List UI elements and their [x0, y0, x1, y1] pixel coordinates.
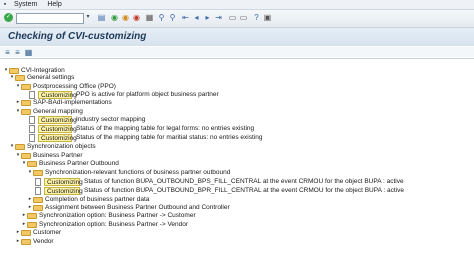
back-icon[interactable]: ◉ [110, 13, 119, 22]
folder-icon [15, 143, 25, 150]
document-icon [35, 186, 41, 195]
tree-node-general-settings[interactable]: ▾ General settings [9, 73, 75, 82]
customizing-button[interactable]: Customizing [44, 177, 83, 186]
command-field-dropdown-icon[interactable]: ▾ [84, 13, 92, 22]
tree-node-function-bps[interactable]: Customizing Status of function BUPA_OUTBO… [27, 177, 404, 186]
node-label: Industry sector mapping [76, 116, 146, 123]
cancel-icon[interactable]: ◉ [132, 13, 141, 22]
customizing-button[interactable]: Customizing [38, 133, 77, 142]
toolbar-divider [0, 58, 474, 59]
node-label: SAP-BAdI-implementations [33, 99, 112, 106]
customizing-button[interactable]: Customizing [44, 186, 83, 195]
node-label: Vendor [33, 238, 54, 245]
create-session-icon[interactable]: ▭ [228, 13, 237, 22]
node-label: Synchronization-relevant functions of bu… [45, 169, 231, 176]
folder-icon [21, 238, 31, 245]
enter-icon[interactable]: ✓ [4, 13, 13, 22]
node-label: Synchronization objects [27, 143, 96, 150]
prev-page-icon[interactable]: ◂ [192, 13, 201, 22]
node-label: Status of the mapping table for legal fo… [76, 125, 255, 132]
menu-bar: ▪ System Help [0, 0, 474, 10]
document-icon [29, 133, 35, 142]
node-label: General settings [27, 74, 75, 81]
tree-node-customer[interactable]: ▸ Customer [15, 228, 61, 237]
application-toolbar: ≡ ≡ ▦ [0, 47, 474, 57]
title-bar: Checking of CVI-customizing [0, 28, 474, 46]
node-label: Status of the mapping table for maritial… [76, 134, 263, 141]
tree-node-bp-outbound[interactable]: ▾ Business Partner Outbound [21, 159, 119, 168]
standard-toolbar: ✓ ▾ ▤ ◉ ◉ ◉ ▦ ⚲ ⚲ ⇤ ◂ ▸ ⇥ ▭ ▭ ? ▣ [0, 10, 474, 28]
node-label: Synchronization option: Business Partner… [39, 212, 196, 219]
print-icon[interactable]: ▦ [145, 13, 154, 22]
first-page-icon[interactable]: ⇤ [181, 13, 190, 22]
folder-icon [27, 221, 37, 228]
window-corner-icon[interactable]: ▪ [0, 0, 10, 9]
tree-node-sync-objects[interactable]: ▾ Synchronization objects [9, 142, 96, 151]
folder-icon [21, 108, 31, 115]
folder-icon [21, 152, 31, 159]
folder-icon [33, 204, 43, 211]
find-next-icon[interactable]: ⚲ [168, 13, 177, 22]
tree-node-vendor[interactable]: ▸ Vendor [15, 237, 54, 246]
folder-icon [21, 83, 31, 90]
folder-icon [21, 99, 31, 106]
folder-icon [27, 160, 37, 167]
collapse-all-icon[interactable]: ≡ [13, 48, 22, 57]
expand-all-icon[interactable]: ≡ [3, 48, 12, 57]
node-label: Customer [33, 229, 62, 236]
last-page-icon[interactable]: ⇥ [214, 13, 223, 22]
customizing-button[interactable]: Customizing [38, 124, 77, 133]
folder-icon [33, 169, 43, 176]
document-icon [29, 124, 35, 133]
exit-icon[interactable]: ◉ [121, 13, 130, 22]
tree-node-function-bpr[interactable]: Customizing Status of function BUPA_OUTBO… [27, 186, 404, 195]
node-label: Synchronization option: Business Partner… [39, 221, 189, 228]
save-icon[interactable]: ▤ [97, 13, 106, 22]
node-label: Business Partner Outbound [39, 160, 119, 167]
shortcut-icon[interactable]: ▭ [239, 13, 248, 22]
tree-node-sync-option-customer[interactable]: ▸ Synchronization option: Business Partne… [21, 211, 196, 220]
folder-icon [15, 74, 25, 81]
tree-node-industry-sector[interactable]: Customizing Industry sector mapping [21, 115, 145, 124]
folder-icon [21, 229, 31, 236]
help-icon[interactable]: ? [252, 13, 261, 22]
menu-system[interactable]: System [10, 1, 43, 8]
find-icon[interactable]: ⚲ [157, 13, 166, 22]
customizing-button[interactable]: Customizing [38, 115, 77, 124]
folder-icon [33, 196, 43, 203]
node-label: Status of function BUPA_OUTBOUND_BPR_FIL… [84, 187, 404, 194]
customize-icon[interactable]: ▣ [263, 13, 272, 22]
document-icon [35, 177, 41, 186]
node-label: Status of function BUPA_OUTBOUND_BPS_FIL… [84, 178, 404, 185]
menu-help[interactable]: Help [43, 1, 67, 8]
command-field[interactable] [16, 13, 84, 24]
layout-icon[interactable]: ▦ [24, 48, 33, 57]
page-title: Checking of CVI-customizing [8, 31, 147, 42]
tree-node-sync-functions[interactable]: ▾ Synchronization-relevant functions of b… [27, 168, 231, 177]
tree-node-marital-status[interactable]: Customizing Status of the mapping table f… [21, 133, 262, 142]
tree-node-legal-forms[interactable]: Customizing Status of the mapping table f… [21, 124, 254, 133]
tree-node-sap-badi[interactable]: ▸ SAP-BAdI-implementations [15, 98, 112, 107]
next-page-icon[interactable]: ▸ [203, 13, 212, 22]
document-icon [29, 115, 35, 124]
folder-icon [27, 212, 37, 219]
